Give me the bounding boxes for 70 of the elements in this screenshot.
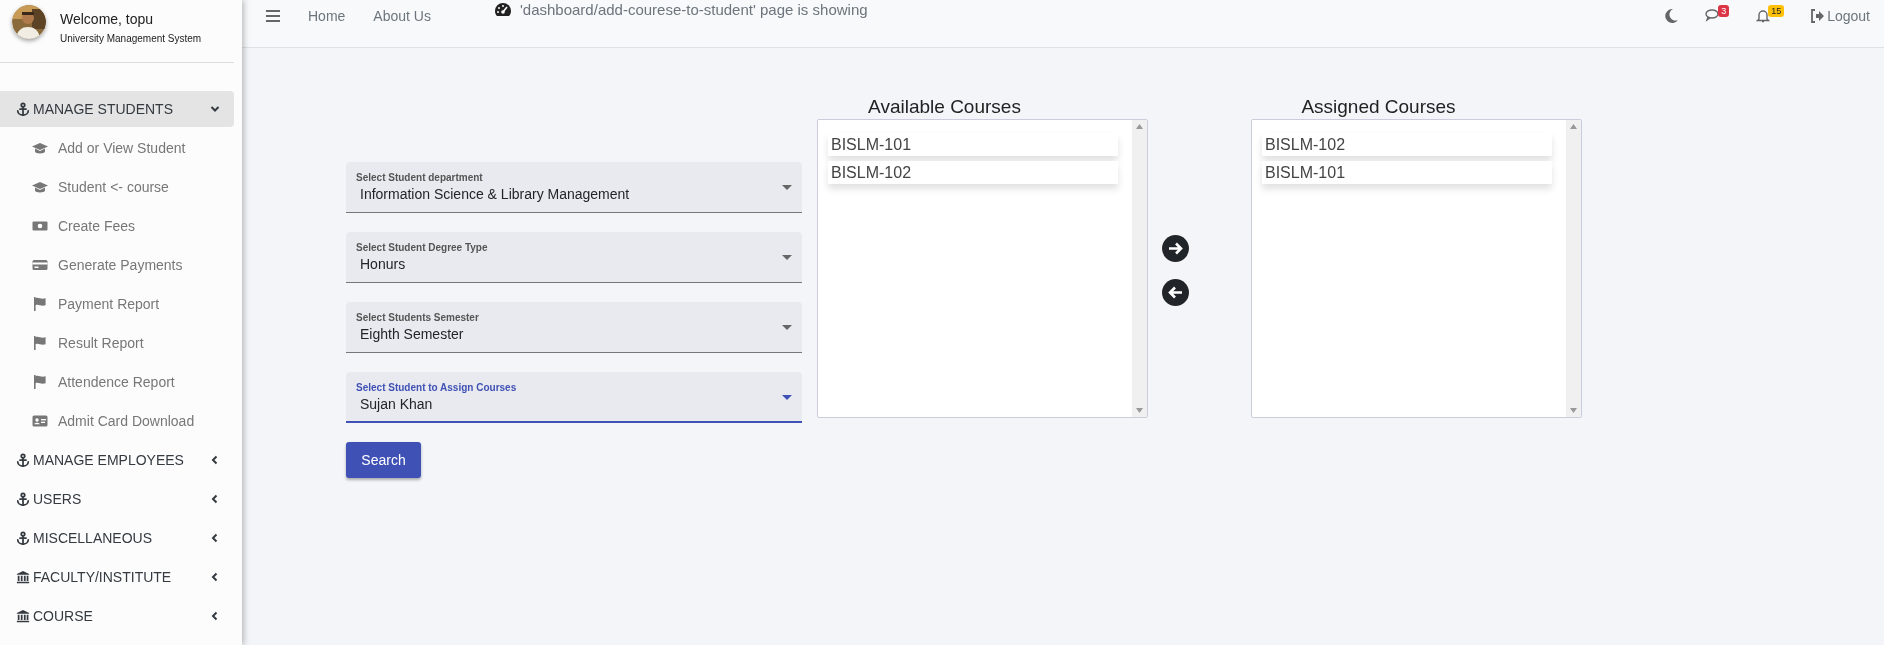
chevron-left-icon xyxy=(210,455,220,465)
select-field[interactable]: Select Student to Assign Courses Sujan Khan xyxy=(346,372,802,423)
field-label: Select Student department xyxy=(356,172,484,183)
chevron-left-icon xyxy=(210,611,220,621)
anchor-icon xyxy=(16,492,30,506)
graduation-cap-icon xyxy=(32,140,48,156)
anchor-icon xyxy=(16,102,30,116)
dropdown-caret-icon xyxy=(782,325,792,330)
search-button[interactable]: Search xyxy=(346,442,421,478)
menu-item[interactable]: USERS xyxy=(0,481,234,517)
menu-item[interactable]: MANAGE STUDENTS xyxy=(0,91,234,127)
count-badge: 15 xyxy=(1768,5,1785,17)
id-card-icon xyxy=(32,413,48,429)
credit-card-icon xyxy=(32,257,48,273)
chevron-left-icon xyxy=(210,533,220,543)
menu-item[interactable]: COURSE xyxy=(0,598,234,634)
arrow-right-icon[interactable] xyxy=(1162,235,1189,262)
menu-item[interactable]: FACULTY/INSTITUTE xyxy=(0,559,234,595)
field-label: Select Student Degree Type xyxy=(356,242,489,253)
select-field[interactable]: Select Student department Information Science & Library Management xyxy=(346,162,802,213)
submenu-item[interactable]: Create Fees xyxy=(0,208,234,244)
bank-icon xyxy=(16,609,30,623)
field-value: Honurs xyxy=(359,256,407,272)
list-option[interactable]: BISLM-102 xyxy=(828,161,1118,184)
chevron-left-icon xyxy=(210,572,220,582)
graduation-cap-icon xyxy=(32,179,48,195)
dropdown-caret-icon xyxy=(782,395,792,400)
list-title: Assigned Courses xyxy=(1300,96,1457,119)
welcome-text: Welcome, topu xyxy=(60,11,155,27)
moon-icon[interactable] xyxy=(1663,8,1680,24)
list-option[interactable]: BISLM-101 xyxy=(1262,161,1552,184)
field-value: Eighth Semester xyxy=(359,326,465,342)
field-value: Sujan Khan xyxy=(359,396,434,412)
field-label: Select Students Semester xyxy=(356,312,480,323)
dropdown-caret-icon xyxy=(782,255,792,260)
menu-icon[interactable] xyxy=(266,10,280,22)
chevron-down-icon xyxy=(210,104,220,114)
submenu-item[interactable]: Add or View Student xyxy=(0,130,234,166)
flag-icon xyxy=(32,335,48,351)
flag-icon xyxy=(32,296,48,312)
logout-link[interactable]: Logout xyxy=(1810,8,1870,24)
submenu-item[interactable]: Payment Report xyxy=(0,286,234,322)
arrow-left-icon[interactable] xyxy=(1162,279,1189,306)
bell-icon[interactable] xyxy=(1755,8,1772,24)
flag-icon xyxy=(32,374,48,390)
count-badge: 3 xyxy=(1718,5,1730,17)
submenu-item[interactable]: Student <- course xyxy=(0,169,234,205)
dropdown-caret-icon xyxy=(782,185,792,190)
chevron-left-icon xyxy=(210,494,220,504)
submenu-item[interactable]: Admit Card Download xyxy=(0,403,234,439)
logout-icon xyxy=(1810,9,1825,23)
nav-link[interactable]: About Us xyxy=(373,8,431,24)
submenu-item[interactable]: Generate Payments xyxy=(0,247,234,283)
bank-icon xyxy=(16,570,30,584)
submenu-item[interactable]: Result Report xyxy=(0,325,234,361)
anchor-icon xyxy=(16,453,30,467)
field-value: Information Science & Library Management xyxy=(359,186,631,202)
menu-item[interactable]: MANAGE EMPLOYEES xyxy=(0,442,234,478)
select-field[interactable]: Select Students Semester Eighth Semester xyxy=(346,302,802,353)
select-field[interactable]: Select Student Degree Type Honurs xyxy=(346,232,802,283)
nav-link[interactable]: Home xyxy=(308,8,346,24)
field-label: Select Student to Assign Courses xyxy=(356,382,518,393)
page-status-text: 'dashboard/add-courese-to-student' page is showing xyxy=(519,1,868,18)
anchor-icon xyxy=(16,531,30,545)
menu-item[interactable]: MISCELLANEOUS xyxy=(0,520,234,556)
app-subtitle: University Management System xyxy=(60,33,202,44)
submenu-item[interactable]: Attendence Report xyxy=(0,364,234,400)
list-title: Available Courses xyxy=(867,96,1022,119)
list-option[interactable]: BISLM-102 xyxy=(1262,133,1552,156)
list-option[interactable]: BISLM-101 xyxy=(828,133,1118,156)
